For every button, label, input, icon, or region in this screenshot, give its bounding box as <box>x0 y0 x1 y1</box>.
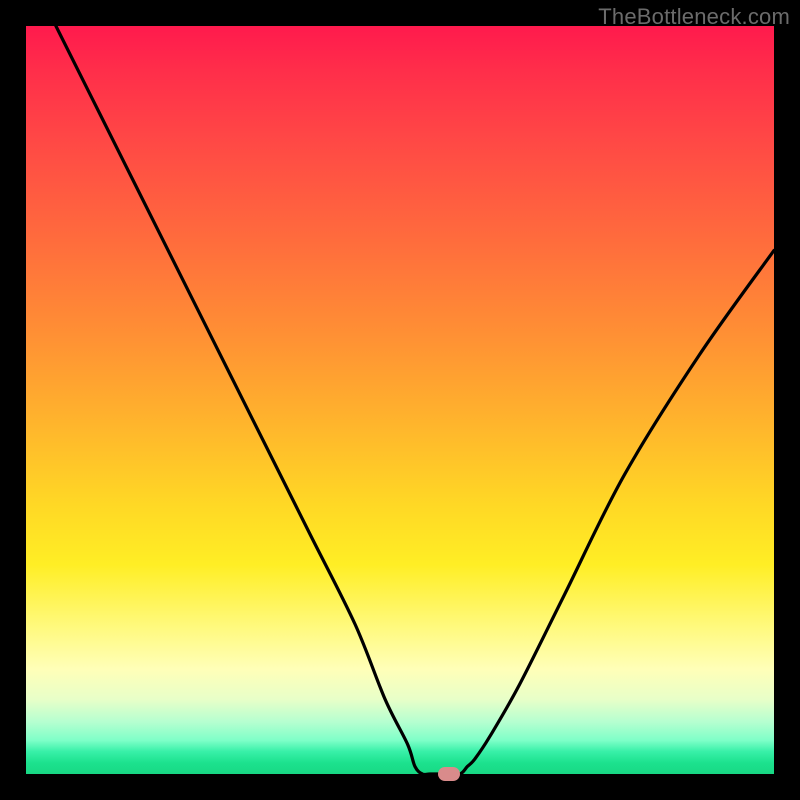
minimum-marker <box>438 767 460 781</box>
chart-frame: TheBottleneck.com <box>0 0 800 800</box>
plot-area <box>26 26 774 774</box>
bottleneck-curve <box>26 26 774 774</box>
watermark-text: TheBottleneck.com <box>598 4 790 30</box>
